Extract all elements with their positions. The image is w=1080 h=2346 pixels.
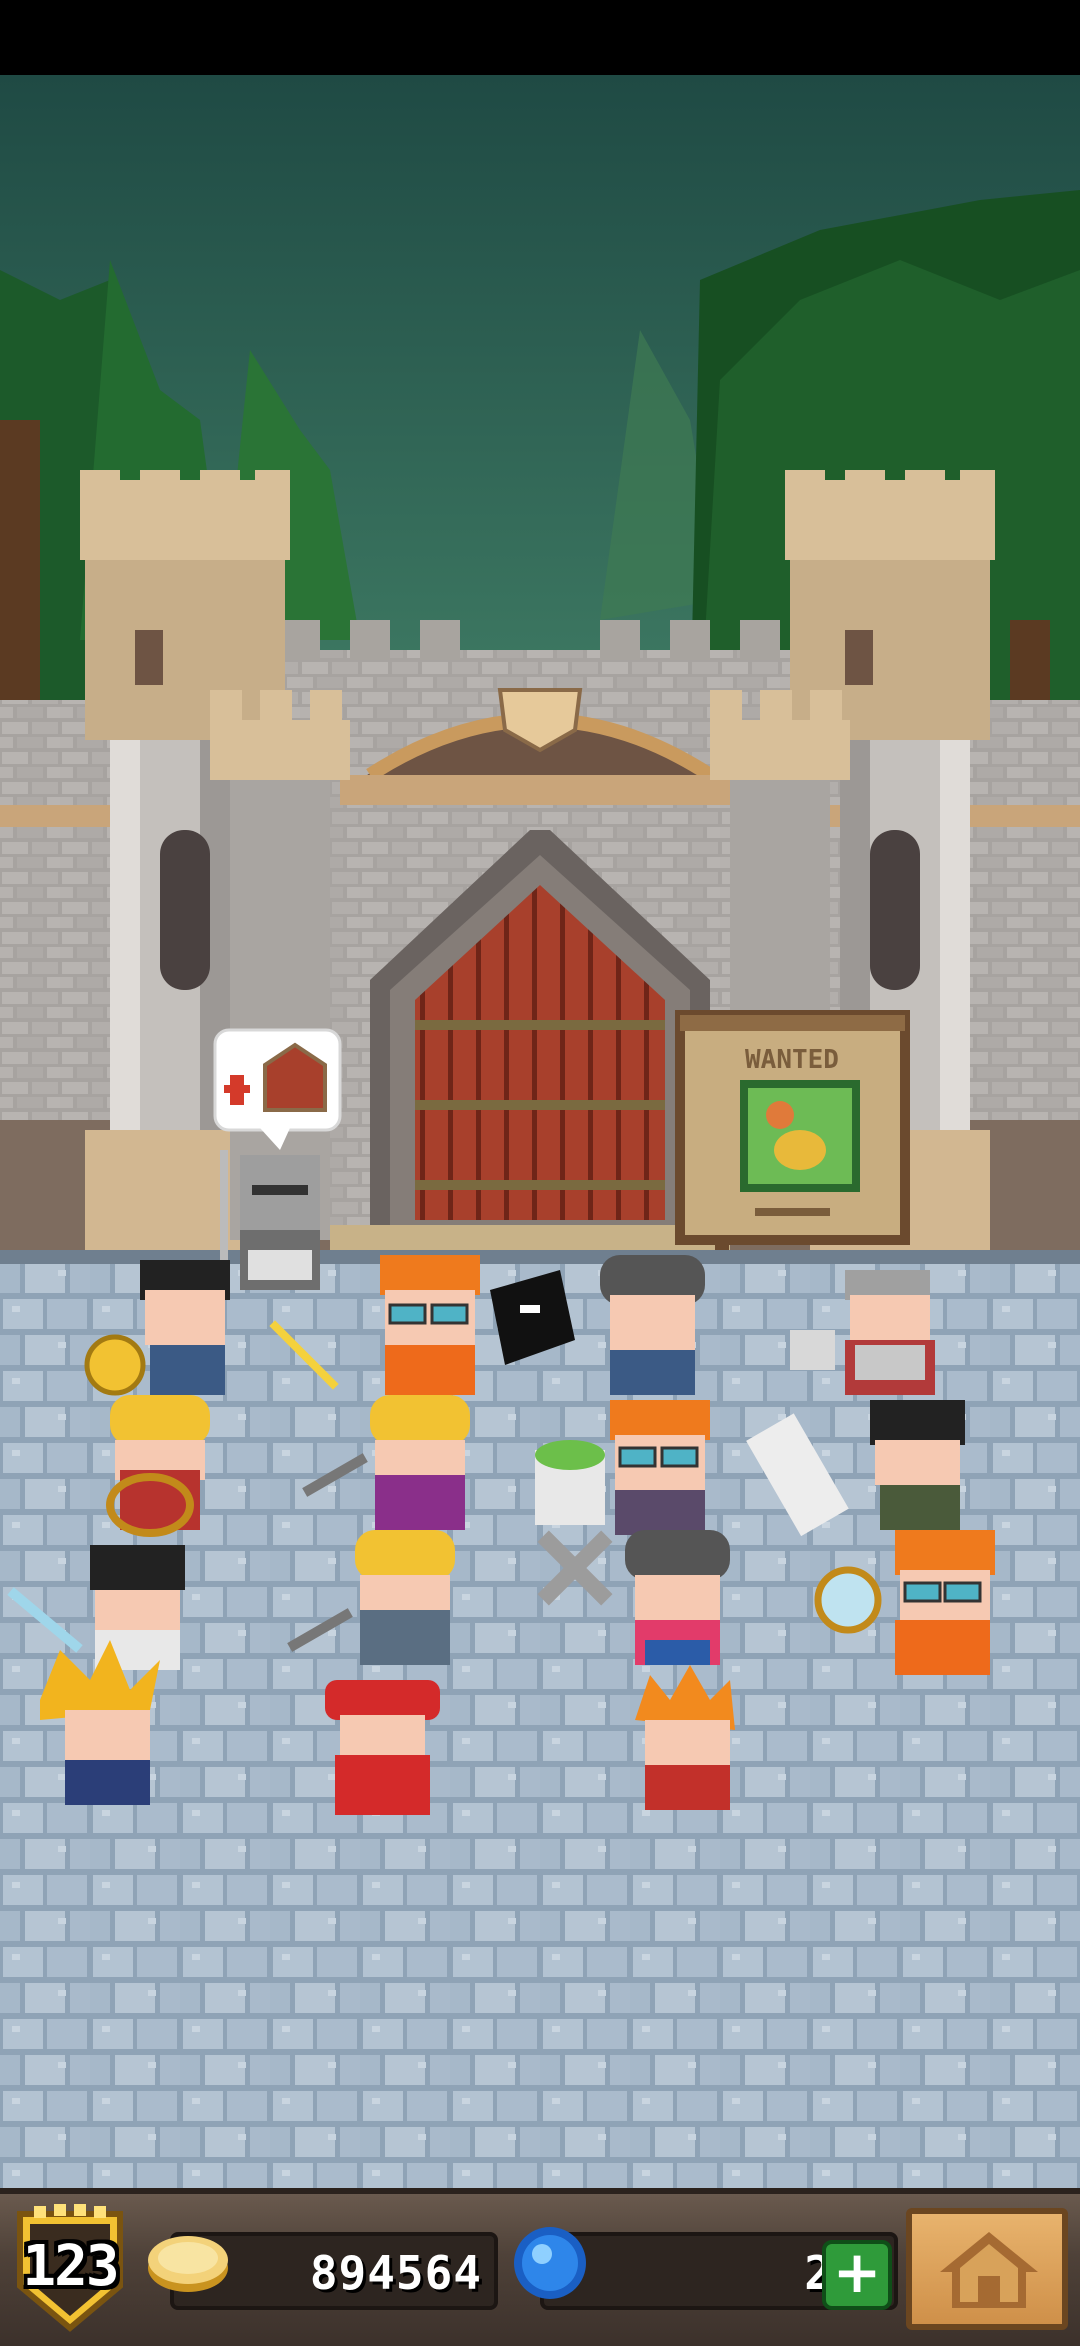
blue-gem-icon (514, 2227, 586, 2299)
hero-gray-hat-2[interactable] (625, 1530, 730, 1665)
player-level: 123 (22, 2234, 119, 2299)
home-button[interactable] (906, 2208, 1068, 2330)
add-gems-button[interactable]: + (822, 2238, 892, 2310)
gold-coin-icon (148, 2236, 228, 2292)
hero-gray-hat[interactable] (600, 1255, 705, 1395)
hero-helmet-1[interactable] (106, 1395, 210, 1537)
wanted-poster-title: WANTED (745, 1045, 839, 1075)
hero-bucket[interactable] (535, 1440, 605, 1525)
hero-red-cap[interactable] (325, 1680, 440, 1815)
plus-icon: + (832, 2238, 882, 2306)
hero-orange-goggles-2[interactable] (610, 1400, 710, 1535)
home-icon (940, 2232, 1038, 2308)
game-scene[interactable]: WANTED (0, 0, 1080, 2340)
player-level-badge[interactable]: 123 (14, 2204, 126, 2332)
bottom-hud: 123 894564 2 + (0, 2188, 1080, 2346)
coin-amount: 894564 (309, 2246, 482, 2300)
